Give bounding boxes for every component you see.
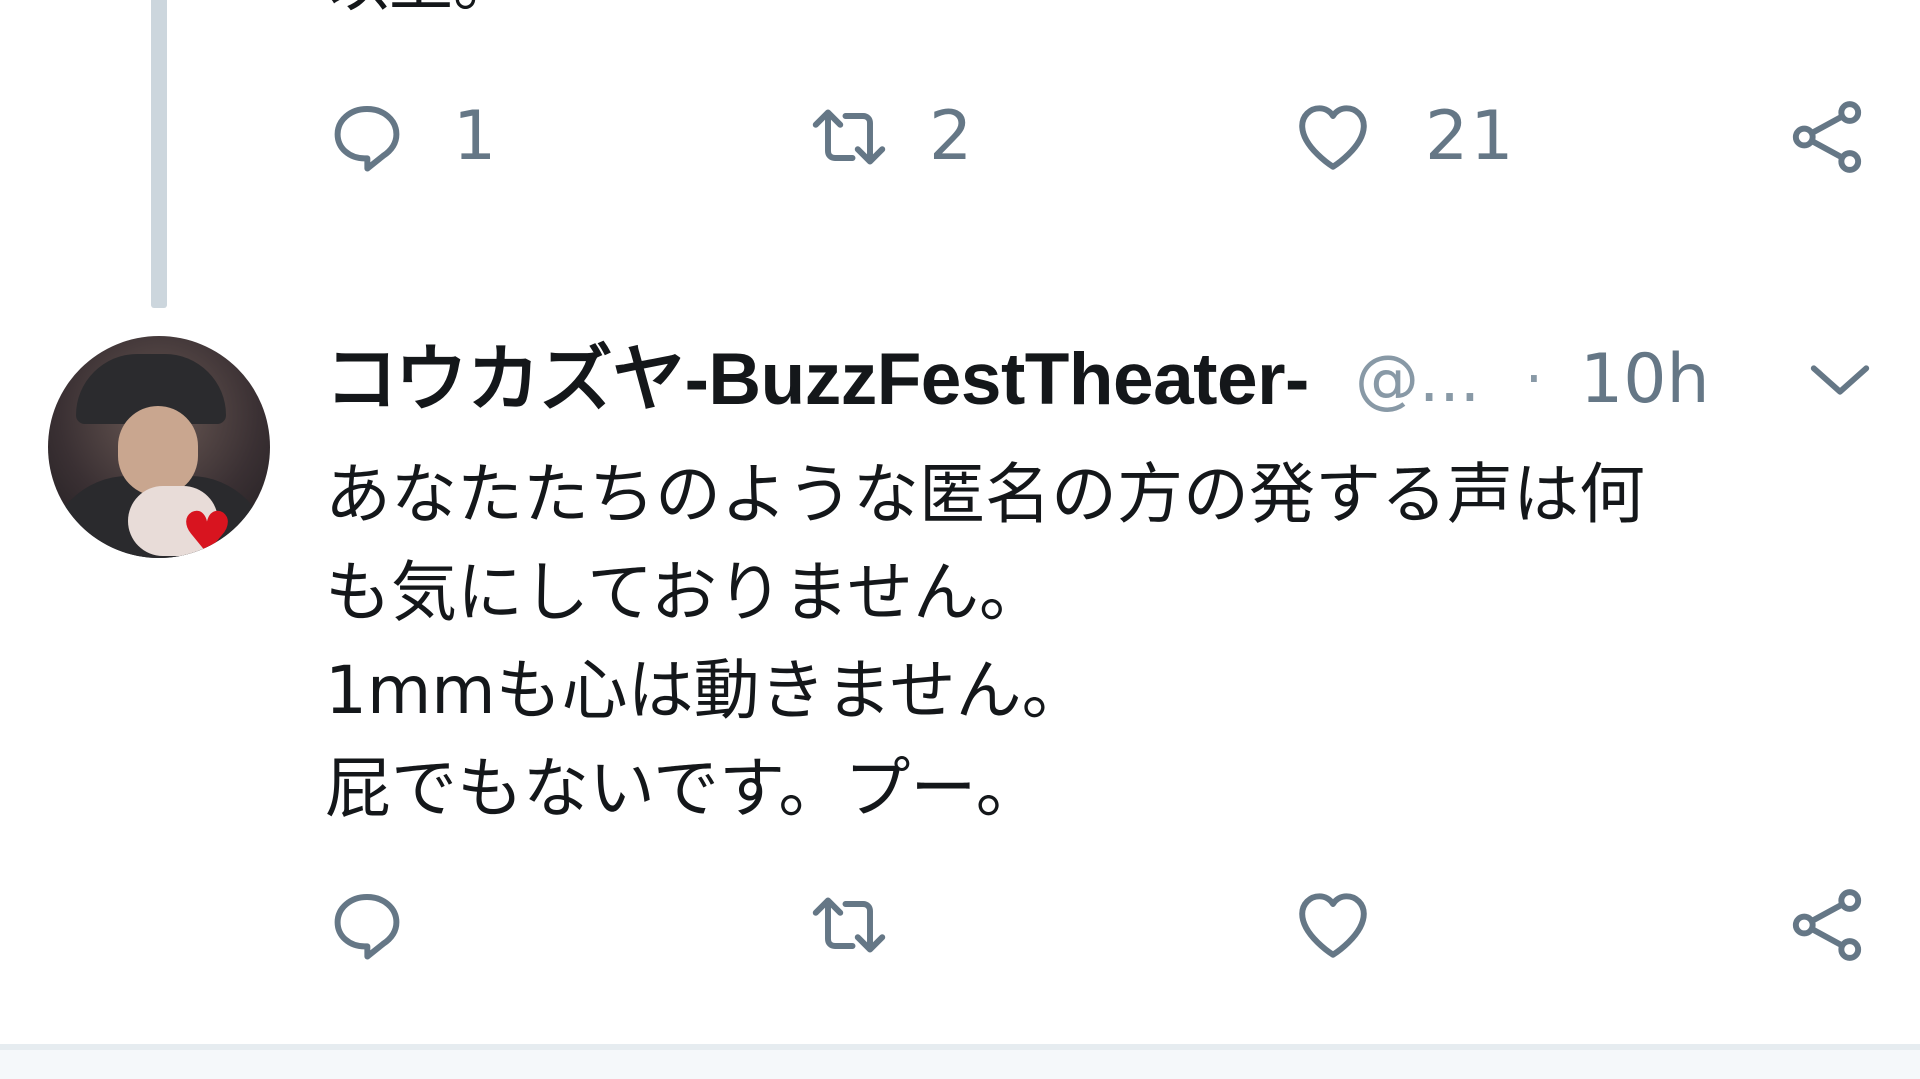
- like-button[interactable]: [1291, 880, 1419, 970]
- retweet-count: 2: [929, 97, 975, 176]
- retweet-icon: [812, 109, 886, 165]
- share-icon: [1792, 889, 1862, 961]
- reply-count: 1: [453, 97, 499, 176]
- heart-icon: [1299, 893, 1367, 958]
- retweet-icon: [812, 897, 886, 953]
- reply-button[interactable]: [325, 880, 453, 970]
- previous-tweet-text: 以上。: [325, 0, 517, 16]
- thread-connector-line: [151, 0, 167, 308]
- timestamp[interactable]: 10h: [1580, 335, 1710, 425]
- tweet-text-line: 屁でもないです。プー。: [325, 750, 1042, 827]
- tweet-header: コウカズヤ-BuzzFestTheater- @... · 10h: [325, 335, 1885, 425]
- reply-icon: [334, 106, 400, 172]
- like-count: 21: [1425, 97, 1516, 176]
- heart-icon: [1299, 105, 1367, 170]
- retweet-button[interactable]: 2: [807, 92, 974, 182]
- share-icon: [1792, 101, 1862, 173]
- tweet-text: あなたたちのような匿名の方の発する声は何 も気にしておりません。 1mmも心は動…: [325, 446, 1885, 838]
- retweet-button[interactable]: [807, 880, 935, 970]
- tweet-text-line: あなたたちのような匿名の方の発する声は何: [325, 456, 1645, 533]
- reply-icon: [334, 894, 400, 960]
- tweet-text-line: も気にしておりません。: [325, 554, 1046, 631]
- display-name[interactable]: コウカズヤ-BuzzFestTheater-: [325, 335, 1309, 425]
- share-button[interactable]: [1785, 880, 1869, 970]
- share-button[interactable]: [1785, 92, 1869, 182]
- timeline-gap: [0, 1050, 1920, 1079]
- separator-dot: ·: [1525, 347, 1543, 412]
- chevron-down-icon[interactable]: [1805, 355, 1875, 405]
- user-handle[interactable]: @...: [1355, 335, 1480, 425]
- heart-sticker-icon: ♥: [181, 499, 233, 558]
- tweet-text-line: 1mmも心は動きません。: [325, 652, 1088, 729]
- reply-button[interactable]: 1: [325, 92, 498, 182]
- tweet-action-bar: [325, 880, 1865, 970]
- like-button[interactable]: 21: [1291, 92, 1516, 182]
- previous-tweet-action-bar: 1 2 21: [325, 92, 1865, 182]
- avatar[interactable]: ♥: [48, 336, 270, 558]
